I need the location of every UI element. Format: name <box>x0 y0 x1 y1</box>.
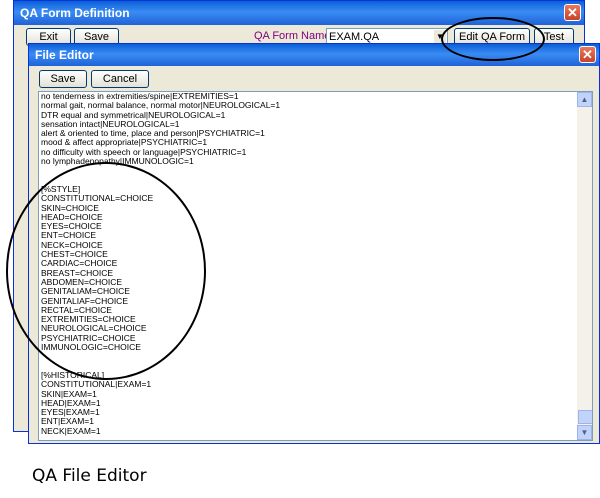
editor-cancel-button[interactable]: Cancel <box>91 70 149 88</box>
text-line: HEAD|EXAM=1 <box>41 397 101 408</box>
editor-save-button[interactable]: Save <box>39 70 87 88</box>
chevron-down-icon: ▼ <box>580 428 589 437</box>
chevron-up-icon: ▲ <box>580 95 589 104</box>
form-name-label: QA Form Name <box>254 30 331 42</box>
scroll-up-button[interactable]: ▲ <box>577 92 592 107</box>
close-icon: ✕ <box>582 47 593 62</box>
editor-close-button[interactable]: ✕ <box>579 46 596 63</box>
window-title: QA Form Definition <box>20 6 130 20</box>
close-icon: ✕ <box>567 5 578 20</box>
text-line: ENT|EXAM=1 <box>41 416 94 427</box>
figure-caption: QA File Editor <box>32 466 147 486</box>
annotation-ellipse-edit-form <box>441 17 545 61</box>
scroll-thumb[interactable] <box>578 410 592 424</box>
form-name-value: EXAM.QA <box>329 31 380 43</box>
text-line: SKIN|EXAM=1 <box>41 388 97 399</box>
vertical-scrollbar[interactable]: ▲ ▼ <box>577 92 592 440</box>
text-line: EYES|EXAM=1 <box>41 407 100 418</box>
annotation-ellipse-style-section <box>6 162 206 380</box>
scroll-down-button[interactable]: ▼ <box>577 425 592 440</box>
window-close-button[interactable]: ✕ <box>564 4 581 21</box>
text-line: NECK|EXAM=1 <box>41 425 101 436</box>
editor-title: File Editor <box>35 48 94 62</box>
text-line: CONSTITUTIONAL|EXAM=1 <box>41 379 152 390</box>
